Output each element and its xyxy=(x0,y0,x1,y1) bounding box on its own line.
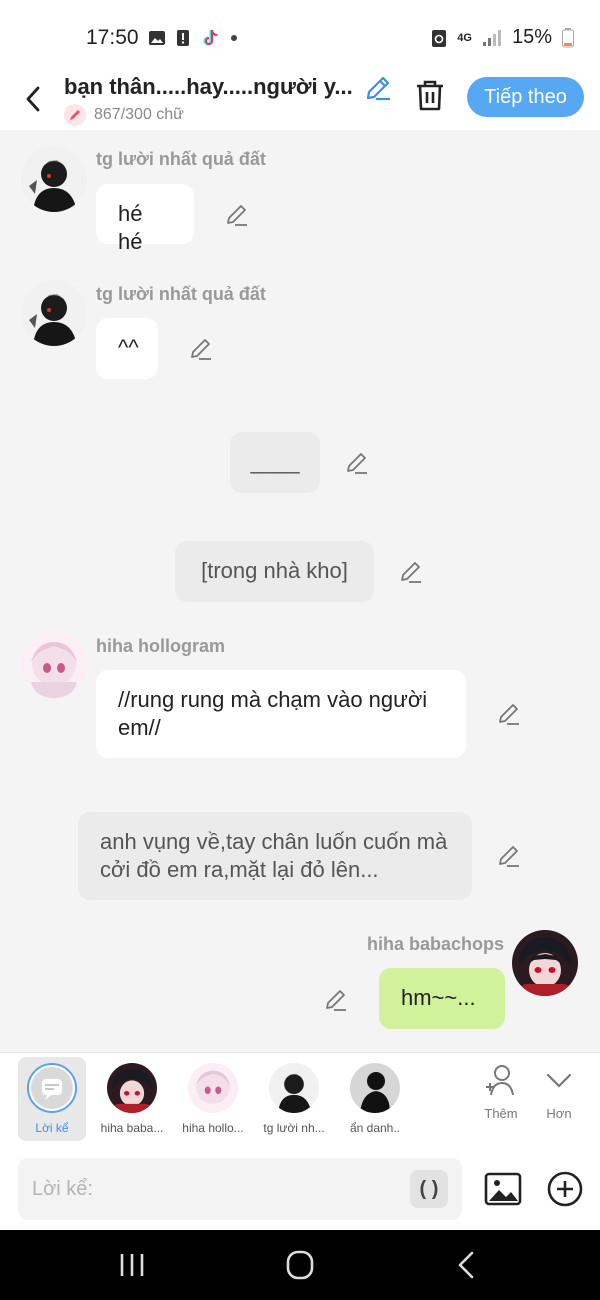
chevron-down-icon xyxy=(546,1073,572,1088)
edit-message-icon[interactable] xyxy=(497,844,521,868)
recycle-icon xyxy=(432,29,447,47)
word-count-text: 867/300 chữ xyxy=(94,106,184,123)
trash-icon[interactable] xyxy=(414,78,446,112)
signal-icon xyxy=(482,29,501,46)
avatar xyxy=(188,1063,238,1113)
add-character-button[interactable]: Thêm xyxy=(473,1063,529,1121)
character-babachops[interactable]: hiha baba... xyxy=(92,1057,172,1141)
composer: ( ) xyxy=(0,1148,600,1230)
action-parentheses-button[interactable]: ( ) xyxy=(410,1170,448,1208)
avatar[interactable] xyxy=(21,632,87,698)
add-label: Thêm xyxy=(484,1106,518,1121)
back-nav-icon[interactable] xyxy=(448,1248,488,1282)
tiktok-icon xyxy=(203,30,218,46)
edit-title-icon[interactable] xyxy=(364,74,392,102)
sender-name: tg lười nhất quả đất xyxy=(96,284,266,304)
add-person-icon xyxy=(486,1065,514,1096)
more-label: Hơn xyxy=(546,1106,572,1121)
sender-name: tg lười nhất quả đất xyxy=(96,149,266,169)
message-bubble[interactable]: ^^ xyxy=(96,318,158,379)
image-icon[interactable] xyxy=(484,1170,522,1208)
avatar[interactable] xyxy=(21,146,87,212)
status-time: 17:50 xyxy=(86,26,139,49)
character-narrator[interactable]: Lời kể xyxy=(18,1057,86,1141)
dot-icon xyxy=(231,35,237,41)
narration-bubble[interactable]: ____ xyxy=(230,432,320,493)
narration-bubble[interactable]: anh vụng về,tay chân luốn cuốn mà cởi đồ… xyxy=(78,812,472,900)
edit-message-icon[interactable] xyxy=(189,337,213,361)
gallery-icon xyxy=(149,31,165,45)
avatar xyxy=(107,1063,157,1113)
pencil-badge-icon xyxy=(64,104,86,126)
battery-icon xyxy=(562,27,574,47)
back-arrow-icon xyxy=(26,86,40,112)
message-bubble[interactable]: hé hé xyxy=(96,184,194,254)
character-selector: Lời kể hiha baba... hiha hollo... tg lườ… xyxy=(0,1052,600,1148)
message-bubble[interactable]: //rung rung mà chạm vào người em// xyxy=(96,670,466,758)
message-input[interactable] xyxy=(32,1172,392,1206)
plus-circle-icon[interactable] xyxy=(546,1170,584,1208)
system-navigation-bar xyxy=(0,1230,600,1300)
character-name: tg lười nh... xyxy=(263,1121,325,1135)
message-input-box[interactable]: ( ) xyxy=(18,1158,462,1220)
battery-percent: 15% xyxy=(511,26,552,48)
character-anonymous[interactable]: ẩn danh.. xyxy=(335,1057,415,1141)
character-name: ẩn danh.. xyxy=(349,1121,401,1135)
my-message-bubble[interactable]: hm~~... xyxy=(379,968,505,1029)
story-title[interactable]: bạn thân.....hay.....người y... xyxy=(64,74,354,100)
anonymous-avatar-icon xyxy=(350,1063,400,1113)
more-button[interactable]: Hơn xyxy=(531,1063,587,1121)
edit-message-icon[interactable] xyxy=(225,203,249,227)
edit-message-icon[interactable] xyxy=(399,560,423,584)
character-hollogram[interactable]: hiha hollo... xyxy=(173,1057,253,1141)
network-type: 4G xyxy=(457,31,472,44)
next-button[interactable]: Tiếp theo xyxy=(467,77,584,117)
narration-bubble[interactable]: [trong nhà kho] xyxy=(175,541,374,602)
edit-message-icon[interactable] xyxy=(345,451,369,475)
top-bar: bạn thân.....hay.....người y... 867/300 … xyxy=(0,72,600,130)
alert-icon xyxy=(177,30,189,46)
recent-apps-icon[interactable] xyxy=(112,1248,152,1282)
character-tg[interactable]: tg lười nh... xyxy=(254,1057,334,1141)
status-bar: 17:50 4G 15% xyxy=(0,0,600,72)
character-name: Lời kể xyxy=(35,1121,69,1135)
edit-message-icon[interactable] xyxy=(324,988,348,1012)
back-button[interactable] xyxy=(16,82,50,116)
home-icon[interactable] xyxy=(280,1248,320,1282)
character-name: hiha hollo... xyxy=(182,1121,244,1135)
character-name: hiha baba... xyxy=(100,1121,164,1135)
avatar xyxy=(269,1063,319,1113)
avatar[interactable] xyxy=(21,280,87,346)
sender-name: hiha hollogram xyxy=(96,636,226,656)
word-count: 867/300 chữ xyxy=(64,104,184,126)
avatar[interactable] xyxy=(512,930,578,996)
narrator-icon xyxy=(27,1063,77,1113)
chat-area[interactable]: tg lười nhất quả đất hé hé tg lười nhất … xyxy=(0,130,600,1052)
sender-name: hiha babachops xyxy=(366,934,504,954)
edit-message-icon[interactable] xyxy=(497,702,521,726)
